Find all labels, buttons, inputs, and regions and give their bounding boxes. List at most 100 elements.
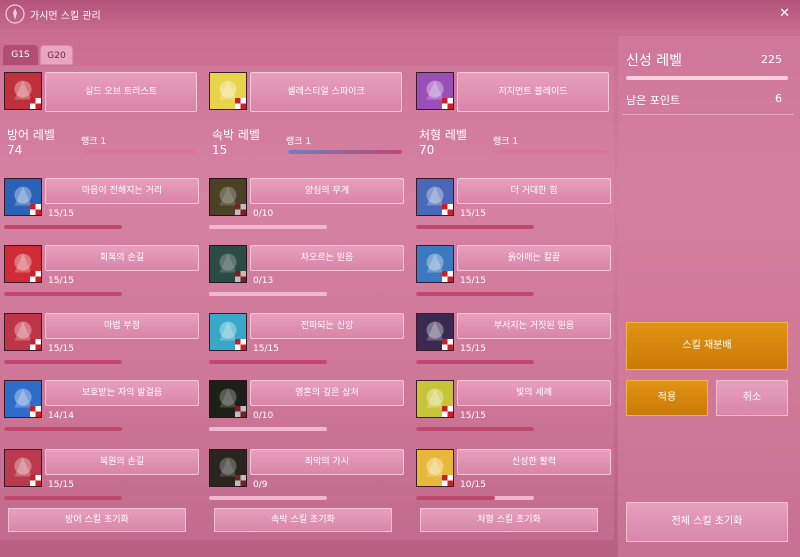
skill-button[interactable]: 회복의 손길: [45, 245, 199, 271]
dark-spirit-icon[interactable]: [209, 380, 247, 418]
skill-button[interactable]: 더 거대한 힘: [457, 178, 611, 204]
rank-badge-icon: [235, 339, 246, 350]
skill-progress-bar: [209, 225, 327, 229]
skill-level-count: 14/14: [48, 411, 74, 421]
skill-progress-bar: [4, 427, 122, 431]
rank-badge-icon: [30, 475, 41, 486]
thorn-icon[interactable]: [209, 449, 247, 487]
skill-progress-bar: [209, 292, 327, 296]
section-label: 속박 레벨: [212, 128, 260, 142]
skill-level-count: 15/15: [48, 276, 74, 286]
tab-g1s[interactable]: G1S: [3, 45, 38, 65]
skill-progress-bar: [416, 292, 534, 296]
skill-button[interactable]: 차오르는 믿음: [250, 245, 404, 271]
skill-progress-fill: [416, 225, 534, 229]
skill-button[interactable]: 양심의 무게: [250, 178, 404, 204]
power-slash-icon[interactable]: [416, 178, 454, 216]
remaining-points-label: 남은 포인트: [626, 94, 681, 107]
skill-level-count: 15/15: [48, 344, 74, 354]
skill-button[interactable]: 옭아매는 칼끝: [457, 245, 611, 271]
footstep-icon[interactable]: [4, 380, 42, 418]
rank-badge-icon: [235, 475, 246, 486]
skill-progress-fill: [416, 292, 534, 296]
divine-level-value: 225: [761, 53, 782, 66]
rank-badge-icon: [30, 339, 41, 350]
angel-emblem-icon: [5, 4, 25, 24]
tab-g20[interactable]: G20: [40, 45, 73, 65]
skill-progress-bar: [4, 496, 122, 500]
reset-defense-skills-button[interactable]: 방어 스킬 초기화: [8, 508, 186, 532]
broken-faith-icon[interactable]: [416, 313, 454, 351]
skill-progress-bar: [416, 496, 534, 500]
skill-button[interactable]: 셀레스티얼 스파이크: [250, 72, 402, 112]
skill-level-count: 15/15: [460, 344, 486, 354]
reset-binding-skills-button[interactable]: 속박 스킬 초기화: [214, 508, 392, 532]
wind-wave-icon[interactable]: [209, 313, 247, 351]
hands-light-icon[interactable]: [4, 178, 42, 216]
skill-button[interactable]: 마음이 전해지는 거리: [45, 178, 199, 204]
bandage-plus-icon[interactable]: [4, 449, 42, 487]
skill-progress-fill: [4, 292, 122, 296]
rank-badge-icon: [235, 271, 246, 282]
rank-badge-icon: [442, 204, 453, 215]
judgment-sword-icon[interactable]: [416, 72, 454, 110]
skill-progress-bar: [416, 360, 534, 364]
light-cross-icon[interactable]: [416, 380, 454, 418]
skill-button[interactable]: 부서지는 거짓된 믿음: [457, 313, 611, 339]
skill-button[interactable]: 죄악의 가시: [250, 449, 404, 475]
skill-level-count: 15/15: [460, 209, 486, 219]
rank-label: 랭크 1: [286, 137, 312, 147]
skill-button[interactable]: 복원의 손길: [45, 449, 199, 475]
skill-progress-bar: [416, 427, 534, 431]
section-value: 15: [212, 143, 228, 157]
section-label: 방어 레벨: [7, 128, 55, 142]
cancel-button[interactable]: 취소: [716, 380, 788, 416]
redistribute-button[interactable]: 스킬 재분배: [626, 322, 788, 370]
rank-progress-bar: [495, 150, 609, 154]
skill-level-count: 15/15: [460, 411, 486, 421]
apply-button[interactable]: 적용: [626, 380, 708, 416]
celestial-burst-icon[interactable]: [209, 72, 247, 110]
skill-level-count: 15/15: [48, 209, 74, 219]
rank-progress-fill: [288, 150, 402, 154]
skill-progress-bar: [4, 225, 122, 229]
skill-level-count: 0/10: [253, 411, 274, 421]
skill-button[interactable]: 빛의 세례: [457, 380, 611, 406]
skill-progress-fill: [416, 360, 534, 364]
skill-button[interactable]: 전파되는 신앙: [250, 313, 404, 339]
skill-progress-bar: [4, 292, 122, 296]
binding-sword-icon[interactable]: [416, 245, 454, 283]
skill-progress-fill: [4, 225, 122, 229]
section-label: 처형 레벨: [419, 128, 467, 142]
skill-progress-bar: [209, 360, 327, 364]
skill-progress-fill: [416, 496, 496, 500]
skill-button[interactable]: 신성한 활력: [457, 449, 611, 475]
skill-button[interactable]: 마법 부정: [45, 313, 199, 339]
heart-cross-icon[interactable]: [209, 245, 247, 283]
shield-plus-icon[interactable]: [4, 313, 42, 351]
close-button[interactable]: ✕: [779, 6, 790, 21]
rank-badge-icon: [442, 271, 453, 282]
holy-heart-icon[interactable]: [416, 449, 454, 487]
rank-badge-icon: [442, 98, 453, 109]
reset-all-skills-button[interactable]: 전체 스킬 초기화: [626, 502, 788, 542]
rank-progress-fill: [83, 150, 197, 154]
skill-button[interactable]: 실드 오브 트러스트: [45, 72, 197, 112]
skill-level-count: 15/15: [460, 276, 486, 286]
skill-level-count: 0/9: [253, 480, 268, 490]
skill-progress-bar: [416, 225, 534, 229]
skill-button[interactable]: 저지먼트 블레이드: [457, 72, 609, 112]
weight-icon[interactable]: [209, 178, 247, 216]
skill-button[interactable]: 영혼의 깊은 상처: [250, 380, 404, 406]
skill-progress-bar: [209, 496, 327, 500]
rank-badge-icon: [30, 204, 41, 215]
skill-level-count: 0/13: [253, 276, 274, 286]
rank-progress-bar: [83, 150, 197, 154]
title-bar: 가시먼 스킬 관리 ✕: [0, 0, 800, 30]
shield-wings-icon[interactable]: [4, 72, 42, 110]
heart-plus-icon[interactable]: [4, 245, 42, 283]
rank-badge-icon: [442, 475, 453, 486]
reset-execution-skills-button[interactable]: 처형 스킬 초기화: [420, 508, 598, 532]
divine-level-label: 신성 레벨: [626, 53, 682, 69]
skill-button[interactable]: 보호받는 자의 발걸음: [45, 380, 199, 406]
